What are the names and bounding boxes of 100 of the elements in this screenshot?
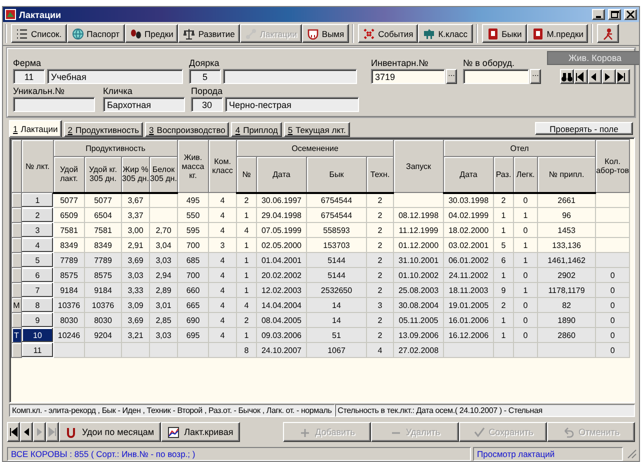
table-cell: 4 (208, 192, 236, 208)
minimize-button[interactable] (592, 9, 605, 20)
toolbar-button[interactable]: Быки (482, 24, 527, 43)
table-cell: 695 (178, 328, 208, 342)
next-record-button[interactable] (602, 69, 616, 84)
first-record-button[interactable] (7, 422, 20, 442)
first-record-button[interactable] (574, 69, 588, 84)
input-field[interactable] (463, 69, 529, 84)
tab[interactable]: 2 Продуктивность (64, 122, 144, 137)
field-label: Порода (191, 86, 224, 96)
column-header: Легк. (514, 156, 538, 192)
search-button[interactable] (560, 69, 574, 84)
table-cell: 27.02.2008 (394, 342, 444, 358)
toolbar-button[interactable]: События (358, 24, 418, 43)
table-cell: 20.02.2002 (256, 268, 306, 282)
column-header: Дата (444, 156, 494, 192)
toolbar-button[interactable]: М.предки (526, 24, 588, 43)
table-cell: 7581 (84, 222, 122, 238)
view-button[interactable]: Лакт.кривая (161, 422, 240, 442)
table-cell: 2 (366, 192, 394, 208)
table-cell: 7789 (84, 252, 122, 268)
row-number[interactable]: 3 (22, 222, 54, 238)
table-cell: 05.11.2005 (394, 312, 444, 328)
status-text: Просмотр лактаций (473, 447, 623, 461)
row-number[interactable]: 9 (22, 312, 54, 328)
info-text: Комп.кл. - элита-рекорд , Бык - Иден , Техник - Второй , Раз.от. - Бычок , Лагк. от. - нормаль (9, 404, 335, 417)
previous-record-button[interactable] (588, 69, 602, 84)
table-cell: 2661 (538, 192, 596, 208)
table-cell: 08.04.2005 (256, 312, 306, 328)
field-label: Ферма (13, 58, 42, 68)
tab[interactable]: 5 Текущая лкт. (284, 122, 350, 137)
tab[interactable]: 4 Приплод (231, 122, 282, 137)
browse-button[interactable]: ... (530, 69, 541, 84)
binoculars-icon (561, 70, 573, 82)
table-cell: 2,89 (150, 282, 178, 298)
table-cell: 4 (208, 282, 236, 298)
field-label: № в оборуд. (463, 58, 516, 68)
row-marker[interactable]: T (12, 328, 22, 342)
table-cell: 08.12.1998 (394, 208, 444, 222)
toolbar-button[interactable]: К.класс (418, 24, 473, 43)
table-cell: 04.02.1999 (444, 208, 494, 222)
table-cell: 18.02.2000 (444, 222, 494, 238)
row-number[interactable]: 11 (22, 342, 54, 358)
table-cell: 1 (236, 208, 256, 222)
table-cell: 0 (596, 328, 630, 342)
row-number[interactable]: 10 (22, 328, 54, 342)
row-marker[interactable]: M (12, 298, 22, 312)
table-cell: 2 (366, 328, 394, 342)
plus-icon (299, 426, 312, 438)
tab[interactable]: 3 Воспроизводство (145, 122, 230, 137)
first-icon (9, 426, 18, 438)
toolbar-button[interactable]: Список. (11, 24, 67, 43)
column-header: Продуктивность (54, 140, 178, 156)
tab[interactable]: 1 Лактации (9, 120, 62, 137)
toolbar-button[interactable]: Вымя (302, 24, 350, 43)
row-number[interactable]: 6 (22, 268, 54, 282)
field-label: Инвентарн.№ (371, 58, 430, 68)
code-field: 5 (189, 69, 221, 84)
table-cell: 8575 (84, 268, 122, 282)
input-field[interactable]: 3719 (371, 69, 445, 84)
table-cell: 06.01.2002 (444, 252, 494, 268)
table-cell: 3,03 (150, 252, 178, 268)
table-cell: 5077 (84, 192, 122, 208)
toolbar-button[interactable] (597, 24, 620, 43)
table-cell: 14.04.2004 (256, 298, 306, 312)
field-label: Уникальн.№ (13, 86, 66, 96)
toolbar-button[interactable]: Предки (124, 24, 178, 43)
column-header: № лкт. (22, 140, 54, 192)
table-cell: 685 (178, 252, 208, 268)
column-header: Бык (306, 156, 366, 192)
previous-record-button[interactable] (20, 422, 33, 442)
status-text: ВСЕ КОРОВЫ : 855 ( Сорт.: Инв.№ - по возр.; ) (7, 447, 471, 461)
status-label: Жив. Корова (547, 51, 639, 65)
row-number[interactable]: 1 (22, 192, 54, 208)
toolbar-button[interactable]: Паспорт (66, 24, 125, 43)
row-number[interactable]: 7 (22, 282, 54, 298)
table-cell: 4 (208, 222, 236, 238)
table-cell: 0 (596, 298, 630, 312)
check-button[interactable]: Проверять - поле (535, 122, 633, 135)
previous-icon (22, 426, 31, 438)
row-number[interactable]: 4 (22, 238, 54, 252)
row-number[interactable]: 8 (22, 298, 54, 312)
maximize-button[interactable] (608, 9, 621, 20)
browse-button[interactable]: ... (446, 69, 457, 84)
table-cell: 0 (596, 342, 630, 358)
table-cell: 3,01 (150, 298, 178, 312)
resize-grip-icon (625, 447, 637, 459)
table-cell: 12.02.2003 (256, 282, 306, 298)
table-cell: 595 (178, 222, 208, 238)
table-cell: 9184 (84, 282, 122, 298)
close-button[interactable] (624, 9, 637, 20)
view-button[interactable]: Удои по месяцам (59, 422, 162, 442)
row-number[interactable]: 5 (22, 252, 54, 268)
row-number[interactable]: 2 (22, 208, 54, 222)
scales-icon (183, 28, 196, 40)
last-record-button[interactable] (616, 69, 630, 84)
toolbar-button[interactable]: Развитие (178, 24, 240, 43)
table-cell: 82 (538, 298, 596, 312)
table-cell: 4 (208, 328, 236, 342)
column-header: Жив. масса кг. (178, 140, 208, 192)
